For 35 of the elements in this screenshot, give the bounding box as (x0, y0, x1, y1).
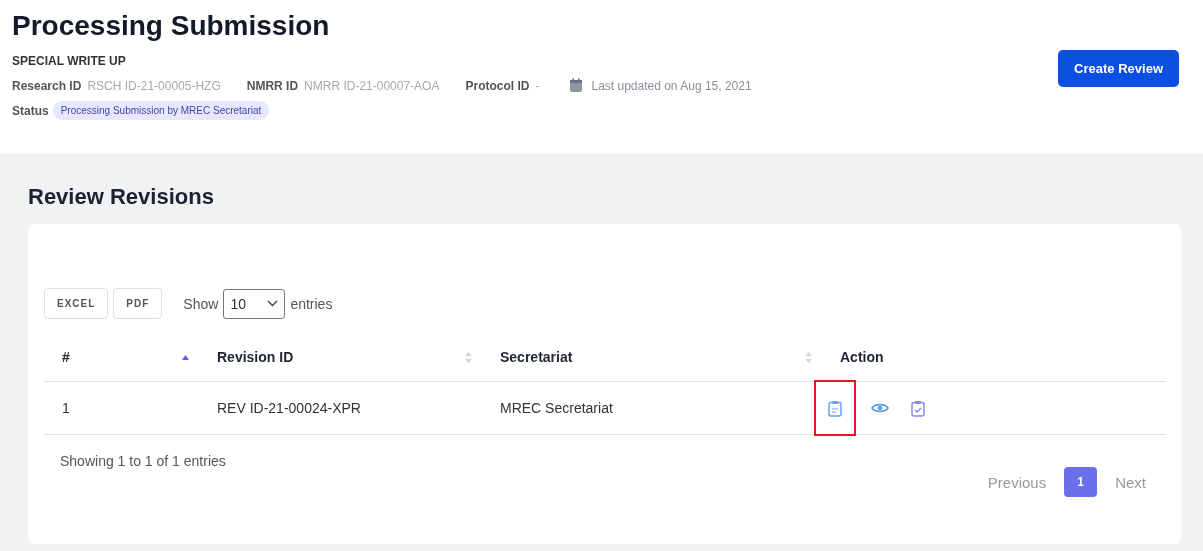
column-header[interactable]: Action (822, 349, 1166, 365)
clipboard-check-icon[interactable] (911, 399, 925, 417)
clipboard-icon[interactable] (828, 399, 842, 417)
meta-label: Protocol ID (465, 78, 530, 93)
export-button[interactable]: PDF (113, 288, 163, 319)
show-label: Show (183, 295, 219, 312)
eye-icon[interactable] (871, 402, 889, 414)
page-button[interactable]: 1 (1064, 467, 1098, 497)
table-cell-text: REV ID-21-00024-XPR (216, 400, 362, 416)
entries-label: entries (290, 295, 333, 312)
page-title: Processing Submission (12, 9, 331, 43)
meta-value: - (535, 78, 540, 93)
last-updated-text: Last updated on Aug 15, 2021 (591, 78, 752, 93)
column-header[interactable]: Secretariat (482, 349, 822, 365)
status-badge: Processing Submission by MREC Secretariat (52, 101, 270, 120)
section-title: Review Revisions (28, 184, 215, 210)
calendar-icon (569, 78, 584, 93)
sort-ascending-icon (182, 354, 189, 360)
column-header[interactable]: # (44, 349, 199, 365)
meta-label: NMRR ID (246, 78, 299, 93)
meta-value: NMRR ID-21-00007-AOA (304, 78, 440, 93)
page-size-select[interactable]: 10 (223, 288, 286, 319)
status-label: Status (12, 103, 49, 118)
export-button[interactable]: EXCEL (44, 288, 109, 319)
meta-label: Research ID (12, 78, 82, 93)
sort-icon (805, 351, 812, 363)
table-cell-text: MREC Secretariat (499, 400, 614, 416)
chevron-down-icon (267, 300, 279, 307)
meta-value: RSCH ID-21-00005-HZG (87, 78, 221, 93)
column-header[interactable]: Revision ID (199, 349, 482, 365)
table-cell-text: 1 (61, 400, 71, 416)
subtitle: SPECIAL WRITE UP (12, 54, 127, 68)
create-review-button[interactable]: Create Review (1058, 50, 1179, 87)
sort-icon (465, 351, 472, 363)
entries-info: Showing 1 to 1 of 1 entries (60, 453, 226, 471)
